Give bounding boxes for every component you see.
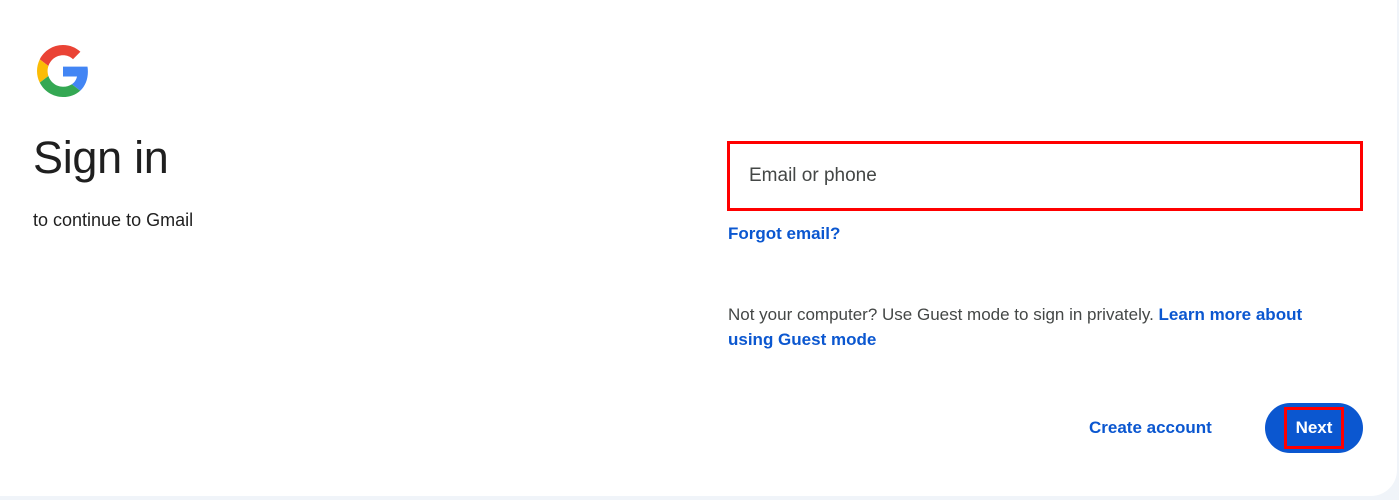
email-field-container <box>727 141 1363 211</box>
create-account-button[interactable]: Create account <box>1071 404 1230 452</box>
next-button-label: Next <box>1284 407 1344 449</box>
next-button[interactable]: Next <box>1265 403 1363 453</box>
google-g-logo-icon <box>37 45 88 97</box>
sign-in-card: Sign in to continue to Gmail Forgot emai… <box>0 0 1397 496</box>
forgot-email-link[interactable]: Forgot email? <box>728 223 840 245</box>
page-subtitle: to continue to Gmail <box>33 210 194 230</box>
guest-mode-note: Not your computer? Use Guest mode to sig… <box>728 302 1348 352</box>
email-or-phone-input[interactable] <box>730 144 1360 208</box>
guest-note-text: Not your computer? Use Guest mode to sig… <box>728 305 1159 324</box>
page-title: Sign in <box>33 132 169 183</box>
